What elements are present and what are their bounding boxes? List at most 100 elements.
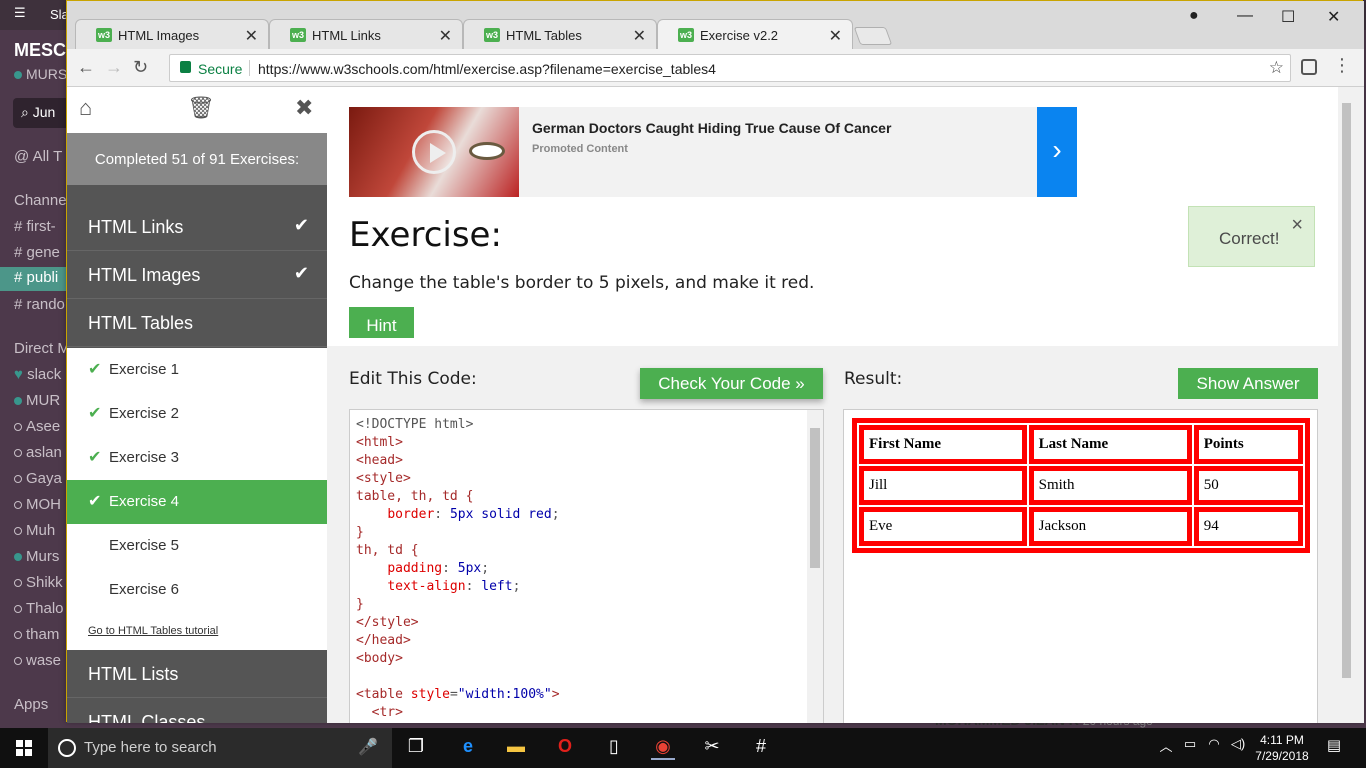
system-clock[interactable]: 4:11 PM 7/29/2018 [1253,732,1311,764]
code-lines[interactable]: <!DOCTYPE html> <html> <head> <style> table,… [356,416,823,722]
chevron-right-icon[interactable]: › [1037,107,1077,197]
exercise-item-current[interactable]: ✔ Exercise 4 [67,480,327,524]
code-line[interactable]: th, td { [356,542,823,560]
dm-item[interactable]: aslan [14,444,62,461]
channel-item[interactable]: # rando [14,296,65,313]
maximize-button[interactable]: ☐ [1281,7,1295,27]
dm-item[interactable]: Shikk [14,574,63,591]
hint-button[interactable]: Hint [349,307,414,338]
code-line[interactable]: <!DOCTYPE html> [356,416,823,434]
dm-item[interactable]: wase [14,652,61,669]
dm-item[interactable]: MOH [14,496,61,513]
edge-icon[interactable]: e [456,736,480,760]
code-line[interactable]: <table style="width:100%"> [356,686,823,704]
extension-icon[interactable] [1301,59,1317,75]
dm-item[interactable]: Murs [14,548,59,565]
volume-icon[interactable]: ◁) [1226,736,1250,760]
back-arrow-icon[interactable]: ← [77,57,95,78]
play-icon[interactable] [412,130,456,174]
chevron-up-icon[interactable]: ︿ [1154,736,1178,760]
category-html-links[interactable]: HTML Links ✔ [67,203,327,251]
code-line[interactable]: text-align: left; [356,578,823,596]
code-line[interactable]: <html> [356,434,823,452]
new-tab-button[interactable] [853,27,893,45]
all-threads-link[interactable]: @ All T [14,148,62,165]
channels-header[interactable]: Channe [14,192,67,209]
trash-icon[interactable]: 🗑 [187,95,215,121]
hamburger-menu-icon[interactable]: ☰ [14,5,26,21]
check-code-button[interactable]: Check Your Code » [640,368,823,399]
code-line[interactable]: <tr> [356,704,823,722]
category-html-lists[interactable]: HTML Lists [67,650,327,698]
windows-start-icon[interactable] [16,740,32,756]
apps-header[interactable]: Apps [14,696,48,713]
code-editor[interactable]: <!DOCTYPE html> <html> <head> <style> table,… [349,409,824,723]
code-line[interactable] [356,668,823,686]
code-line[interactable]: </head> [356,632,823,650]
code-line[interactable]: table, th, td { [356,488,823,506]
close-tab-icon[interactable]: ✕ [245,26,258,46]
forward-arrow-icon[interactable]: → [105,57,123,78]
dm-item[interactable]: ♥ slack [14,366,61,383]
exercise-item[interactable]: ✔ Exercise 3 [67,436,327,480]
workspace-name[interactable]: MESC [14,40,66,61]
code-line[interactable]: border: 5px solid red; [356,506,823,524]
tab-exercise[interactable]: w3 Exercise v2.2 ✕ [657,19,853,50]
settings-tools-icon[interactable]: ✂ [700,736,724,760]
cortana-icon[interactable] [58,739,76,757]
category-html-tables[interactable]: HTML Tables [67,299,327,347]
chrome-icon[interactable]: ◉ [651,736,675,760]
microphone-icon[interactable]: 🎤 [358,737,378,757]
page-scrollbar[interactable] [1338,87,1355,723]
code-line[interactable]: } [356,524,823,542]
reload-icon[interactable]: ↻ [133,57,148,78]
exercise-item[interactable]: ✔ Exercise 1 [67,348,327,392]
close-tab-icon[interactable]: ✕ [439,26,452,46]
close-tab-icon[interactable]: ✕ [829,26,842,46]
url-text[interactable]: https://www.w3schools.com/html/exercise.… [258,61,716,77]
ad-banner[interactable]: German Doctors Caught Hiding True Cause … [349,107,1077,197]
tutorial-link[interactable]: Go to HTML Tables tutorial [88,625,218,637]
channel-item[interactable]: # gene [14,244,60,261]
code-line[interactable]: <head> [356,452,823,470]
close-icon[interactable]: × [1291,214,1303,237]
dm-item[interactable]: Gaya [14,470,62,487]
code-line[interactable]: } [356,596,823,614]
exercise-item[interactable]: ✔ Exercise 2 [67,392,327,436]
profile-icon[interactable]: ● [1189,7,1199,25]
code-line[interactable]: </style> [356,614,823,632]
dm-item[interactable]: Asee [14,418,60,435]
bookmark-star-icon[interactable]: ☆ [1269,58,1284,78]
channel-item[interactable]: # first- [14,218,56,235]
direct-messages-header[interactable]: Direct M [14,340,70,357]
wifi-icon[interactable]: ◠ [1202,736,1226,760]
address-bar[interactable]: Secure https://www.w3schools.com/html/ex… [169,54,1291,82]
battery-icon[interactable]: ▭ [1178,736,1202,760]
show-answer-button[interactable]: Show Answer [1178,368,1318,399]
exercise-item[interactable]: Exercise 5 [67,524,327,568]
notifications-icon[interactable]: ▤ [1322,736,1346,760]
exercise-item[interactable]: Exercise 6 [67,568,327,612]
opera-icon[interactable]: O [553,736,577,760]
file-explorer-icon[interactable]: ▬ [504,736,528,760]
dm-item[interactable]: MUR [14,392,60,409]
code-line[interactable]: <body> [356,650,823,668]
editor-scrollbar-thumb[interactable] [810,428,820,568]
tab-html-links[interactable]: w3 HTML Links ✕ [269,19,463,49]
chrome-menu-icon[interactable]: ⋮ [1333,55,1351,76]
category-html-images[interactable]: HTML Images ✔ [67,251,327,299]
minimize-button[interactable]: — [1237,7,1253,25]
dm-item[interactable]: Muh [14,522,55,539]
code-line[interactable]: padding: 5px; [356,560,823,578]
dm-item[interactable]: tham [14,626,59,643]
notepad-icon[interactable]: ▯ [602,736,626,760]
page-scrollbar-thumb[interactable] [1342,103,1351,678]
tab-html-images[interactable]: w3 HTML Images ✕ [75,19,269,49]
category-html-classes[interactable]: HTML Classes [67,698,327,723]
editor-scrollbar[interactable] [807,410,823,723]
slack-icon[interactable]: # [749,736,773,760]
home-icon[interactable]: ⌂ [79,95,92,121]
close-tab-icon[interactable]: ✕ [633,26,646,46]
ad-headline[interactable]: German Doctors Caught Hiding True Cause … [532,120,891,136]
jump-to-button[interactable]: ⌕ Jun [13,98,73,128]
